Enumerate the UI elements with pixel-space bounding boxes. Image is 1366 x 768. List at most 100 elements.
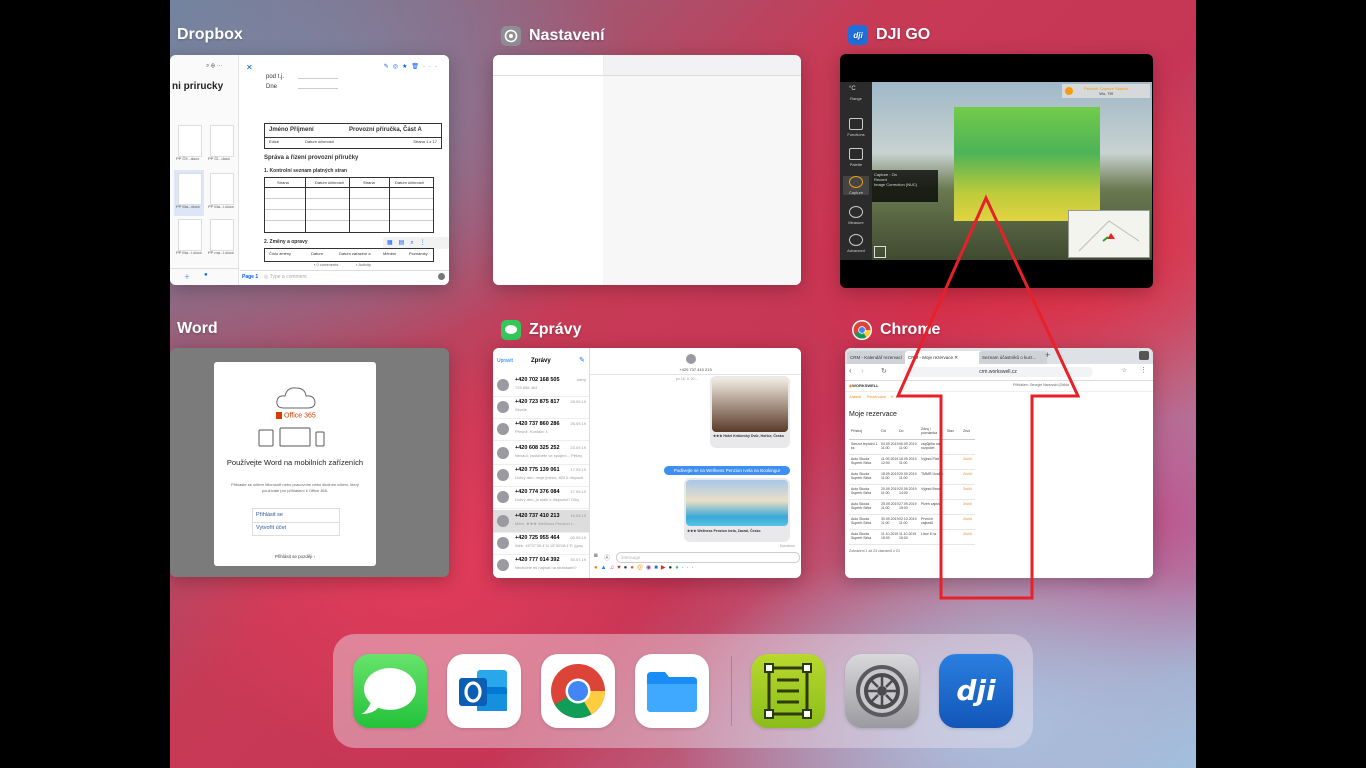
account-icon[interactable]: ● xyxy=(204,272,208,278)
conversation-row[interactable]: +420 774 376 084 17.09.19 Dobrý den, je st… xyxy=(493,486,589,509)
app-label-messages[interactable]: Zprávy xyxy=(501,320,581,340)
browser-tab[interactable]: CRM - Kalendář rezervací xyxy=(847,351,909,364)
cancel-link[interactable]: Zrušit xyxy=(963,457,972,461)
bookmark-star-icon[interactable]: ☆ xyxy=(1122,367,1127,374)
conversation-row[interactable]: +420 777 014 392 30.07.19 Nechcete mi naps… xyxy=(493,554,589,576)
file-thumbnail[interactable] xyxy=(210,125,234,157)
expand-icon[interactable] xyxy=(874,246,886,258)
nav-link[interactable]: K xyxy=(891,394,894,399)
file-thumbnail[interactable] xyxy=(210,219,234,251)
file-thumbnail[interactable] xyxy=(178,125,202,157)
contact-avatar[interactable] xyxy=(686,354,696,364)
imessage-app-drawer[interactable]: ●▲♫♥●●@◉■▶●●··· xyxy=(594,564,799,576)
file-thumbnail[interactable] xyxy=(178,219,202,251)
table-row[interactable]: Auto Skoda Superb Sirka 11.10.2019 15:00 1… xyxy=(849,531,975,545)
gif-app-icon[interactable]: ◉ xyxy=(646,565,654,571)
more-menu-icon[interactable]: ⋮ xyxy=(1140,366,1147,374)
app-label-settings[interactable]: Nastavení xyxy=(501,26,605,46)
cancel-link[interactable]: Zrušit xyxy=(963,472,972,476)
app-card-messages[interactable]: Upravit Zprávy ✎ +420 702 168 505 úterý 72… xyxy=(493,348,801,578)
table-row[interactable]: Auto Skoda Superb Sirka 18.09.2019 11:00 2… xyxy=(849,471,975,485)
side-item-measure[interactable]: Measure xyxy=(843,206,869,225)
tab-switcher-icon[interactable] xyxy=(1139,351,1149,360)
conversation-row[interactable]: +420 608 325 252 23.09.19 Nevadí, zustanet… xyxy=(493,442,589,465)
more-icon[interactable]: ··· xyxy=(682,565,697,571)
app-card-settings[interactable] xyxy=(493,55,801,285)
conversation-row[interactable]: +420 702 168 505 úterý 725 856 464 xyxy=(493,374,589,397)
sent-message-bubble[interactable]: Podívejte se na Wellness Penzion Ivela n… xyxy=(664,466,790,475)
dock-app-messages[interactable] xyxy=(353,654,427,728)
app-label-dji[interactable]: dji DJI GO xyxy=(848,25,930,45)
file-thumbnail[interactable] xyxy=(210,173,234,205)
close-icon[interactable]: ✕ xyxy=(246,63,253,72)
doc-toolbar-icons[interactable]: ✎◎★🗑··· xyxy=(384,63,441,70)
activity-link[interactable]: ▪ Activity xyxy=(356,262,371,267)
table-row[interactable]: Auto Skoda Superb Sirka 25.09.2019 11:00 2… xyxy=(849,501,975,515)
cancel-link[interactable]: Zrušit xyxy=(963,502,972,506)
cell-to: 20.09.2019 11:00 xyxy=(899,472,917,480)
dock-app-planner[interactable] xyxy=(751,654,825,728)
cell-from: 20.09.2019 11:00 xyxy=(881,487,899,495)
app-label-word[interactable]: Word xyxy=(177,320,218,338)
compose-icon[interactable]: ✎ xyxy=(579,356,585,364)
dock-app-dji[interactable]: dji xyxy=(939,654,1013,728)
send-icon[interactable] xyxy=(438,273,445,280)
mini-map[interactable] xyxy=(1068,210,1150,258)
app-card-dropbox[interactable]: ni prirucky ⌕ ⊕ ··· PP Č9...docx PP Čl..… xyxy=(170,55,449,285)
side-item-functions[interactable]: Functions xyxy=(843,118,869,137)
nav-link[interactable]: Zasedi xyxy=(849,394,861,399)
link-preview-bubble[interactable]: ★★★ Hotel Královský Dvůr, Hořice, Česko xyxy=(710,376,790,448)
signin-button[interactable]: Přihlásit se xyxy=(256,512,283,518)
conversation-row[interactable]: +420 725 955 464 05.09.19 Web: 49°37'39.4"… xyxy=(493,532,589,555)
link-preview-bubble[interactable]: ★★★ Wellness Penzion Ivela, Zaoral, Česk… xyxy=(684,478,790,542)
nav-link[interactable]: Rezervace xyxy=(867,394,886,399)
signin-later-link[interactable]: Přihlásit se později › xyxy=(214,554,376,559)
browser-tab-active[interactable]: CRM - Moje rezervace ✕ xyxy=(905,351,983,364)
upload-icon[interactable]: ＋ xyxy=(184,272,190,281)
dock-app-settings[interactable] xyxy=(845,654,919,728)
appstore-app-icon[interactable]: ▲ xyxy=(601,565,610,571)
new-tab-button[interactable]: + xyxy=(1045,350,1050,360)
comment-input[interactable]: ◎ Type a comment xyxy=(264,274,307,280)
create-account-button[interactable]: Vytvořit účet xyxy=(256,525,286,531)
app-card-word[interactable]: Office 365 Používejte Word na mobilních … xyxy=(170,348,449,577)
browser-tab[interactable]: Seznam účastníků o kurz... xyxy=(979,351,1047,364)
conversation-row[interactable]: +420 775 139 061 17.09.19 Dobrý den, moje … xyxy=(493,464,589,487)
cancel-link[interactable]: Zrušit xyxy=(963,487,972,491)
address-bar[interactable]: crm.workswell.cz xyxy=(903,367,1093,377)
message-input[interactable]: iMessage xyxy=(616,552,800,563)
conversation-row-selected[interactable]: +420 737 410 213 16.09.19 Mém. ★★★ Wellnes… xyxy=(493,510,589,533)
app-label-chrome[interactable]: Chrome xyxy=(852,320,940,340)
forward-icon[interactable]: › xyxy=(861,366,864,375)
file-thumbnail[interactable] xyxy=(178,173,202,205)
side-item-palette[interactable]: Palette xyxy=(843,148,869,167)
table-row[interactable]: Auto Skoda Superb Sirka 20.09.2019 11:00 2… xyxy=(849,486,975,500)
conversation-row[interactable]: +420 723 875 817 26.09.19 Skvele xyxy=(493,396,589,419)
edit-button[interactable]: Upravit xyxy=(497,358,513,364)
back-icon[interactable]: ‹ xyxy=(849,366,852,375)
app-card-dji[interactable]: °C Range Functions Palette Capture Measu… xyxy=(840,54,1153,288)
app-card-chrome[interactable]: CRM - Kalendář rezervací CRM - Moje reze… xyxy=(845,348,1153,578)
app-label-dropbox[interactable]: Dropbox xyxy=(177,26,243,44)
appstore-icon[interactable]: Ⓐ xyxy=(604,553,610,562)
dock-app-outlook[interactable] xyxy=(447,654,521,728)
side-item-advanced[interactable]: Advanced xyxy=(843,234,869,253)
dock-app-chrome[interactable] xyxy=(541,654,615,728)
table-row[interactable]: Senzor teplotní 1 ks 04.09.2019 11:00 06.0… xyxy=(849,441,975,455)
music-app-icon[interactable]: ♫ xyxy=(610,565,618,571)
table-row[interactable]: Auto Skoda Superb Sirka 30.09.2019 11:00 0… xyxy=(849,516,975,530)
cancel-link[interactable]: Zrušit xyxy=(963,532,972,536)
side-item-range[interactable]: Range xyxy=(843,96,869,101)
app-icon[interactable]: ● xyxy=(675,565,682,571)
dock-app-files[interactable] xyxy=(635,654,709,728)
sticker-app-icon[interactable]: @ xyxy=(637,565,646,571)
cancel-link[interactable]: Zrušit xyxy=(963,517,972,521)
camera-icon[interactable]: ◙ xyxy=(594,553,598,559)
reload-icon[interactable]: ↻ xyxy=(881,367,887,375)
table-row[interactable]: Auto Skoda Superb Sirka 11.09.2019 12:00 1… xyxy=(849,456,975,470)
photos-app-icon[interactable]: ● xyxy=(594,565,601,571)
conversation-row[interactable]: +420 737 860 286 26.09.19 Přesně. Kontakt:… xyxy=(493,418,589,441)
search-app-icon[interactable]: ● xyxy=(630,565,637,571)
side-item-capture[interactable]: Capture xyxy=(843,176,869,195)
dji-app-icon[interactable]: ■ xyxy=(654,565,661,571)
